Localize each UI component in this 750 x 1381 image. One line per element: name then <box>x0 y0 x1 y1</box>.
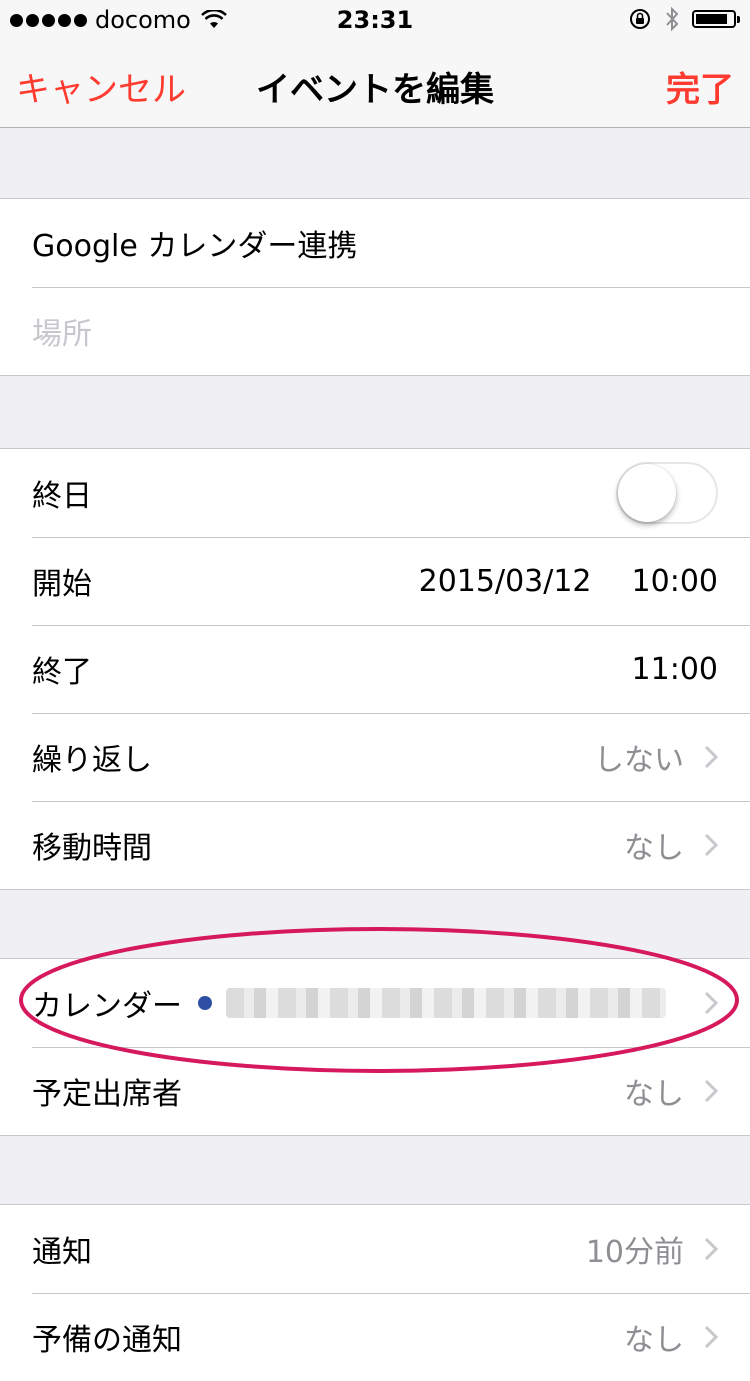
travel-time-value-container: なし <box>624 823 718 867</box>
repeat-label: 繰り返し <box>32 743 152 778</box>
travel-time-value: なし <box>624 831 684 866</box>
end-row[interactable]: 終了 11:00 <box>0 625 750 713</box>
status-bar: docomo 23:31 <box>0 0 750 40</box>
second-alert-row[interactable]: 予備の通知 なし <box>0 1293 750 1381</box>
repeat-value: しない <box>594 743 684 778</box>
second-alert-label: 予備の通知 <box>32 1323 182 1358</box>
battery-icon <box>692 10 740 28</box>
alert-label: 通知 <box>32 1235 92 1270</box>
done-button[interactable]: 完了 <box>666 62 734 111</box>
location-row[interactable]: 場所 <box>0 287 750 375</box>
calendar-name-redacted <box>226 988 666 1018</box>
end-time: 11:00 <box>631 651 718 687</box>
start-time: 10:00 <box>631 563 718 599</box>
calendar-group: カレンダー 予定出席者 なし <box>0 958 750 1136</box>
invitees-value-container: なし <box>624 1069 718 1113</box>
chevron-right-icon <box>704 1325 718 1349</box>
chevron-right-icon <box>704 1237 718 1261</box>
repeat-value-container: しない <box>594 735 718 779</box>
invitees-value: なし <box>624 1077 684 1112</box>
second-alert-value: なし <box>624 1323 684 1358</box>
start-row[interactable]: 開始 2015/03/12 10:00 <box>0 537 750 625</box>
location-field[interactable]: 場所 <box>32 309 92 353</box>
chevron-right-icon <box>704 1079 718 1103</box>
end-value: 11:00 <box>632 652 718 687</box>
alert-row[interactable]: 通知 10分前 <box>0 1205 750 1293</box>
start-label: 開始 <box>32 567 92 602</box>
status-right <box>628 6 740 32</box>
toggle-knob <box>618 464 676 522</box>
start-date: 2015/03/12 <box>418 563 592 599</box>
all-day-toggle[interactable] <box>616 462 718 524</box>
alert-value-container: 10分前 <box>586 1227 718 1271</box>
start-value: 2015/03/12 10:00 <box>419 564 718 599</box>
calendar-color-dot <box>198 996 212 1010</box>
chevron-right-icon <box>704 833 718 857</box>
alert-value: 10分前 <box>585 1235 684 1270</box>
page-title: イベントを編集 <box>256 70 494 110</box>
title-row[interactable]: Google カレンダー連携 <box>0 199 750 287</box>
battery-level <box>696 14 727 24</box>
travel-time-row[interactable]: 移動時間 なし <box>0 801 750 889</box>
all-day-row: 終日 <box>0 449 750 537</box>
calendar-row[interactable]: カレンダー <box>0 959 750 1047</box>
event-info-group: Google カレンダー連携 場所 <box>0 198 750 376</box>
event-title-field[interactable]: Google カレンダー連携 <box>32 221 357 265</box>
schedule-group: 終日 開始 2015/03/12 10:00 終了 11:00 繰り返し しない… <box>0 448 750 890</box>
rotation-lock-icon <box>630 9 650 29</box>
calendar-label: カレンダー <box>32 989 182 1024</box>
navigation-bar: キャンセル イベントを編集 完了 <box>0 40 750 128</box>
travel-time-label: 移動時間 <box>32 831 152 866</box>
repeat-row[interactable]: 繰り返し しない <box>0 713 750 801</box>
calendar-chevron-container <box>684 991 718 1015</box>
chevron-right-icon <box>704 991 718 1015</box>
alerts-group: 通知 10分前 予備の通知 なし <box>0 1204 750 1381</box>
bluetooth-icon <box>666 6 679 32</box>
all-day-label: 終日 <box>32 479 92 514</box>
chevron-right-icon <box>704 745 718 769</box>
invitees-row[interactable]: 予定出席者 なし <box>0 1047 750 1135</box>
end-label: 終了 <box>32 655 92 690</box>
invitees-label: 予定出席者 <box>32 1077 182 1112</box>
second-alert-value-container: なし <box>624 1315 718 1359</box>
